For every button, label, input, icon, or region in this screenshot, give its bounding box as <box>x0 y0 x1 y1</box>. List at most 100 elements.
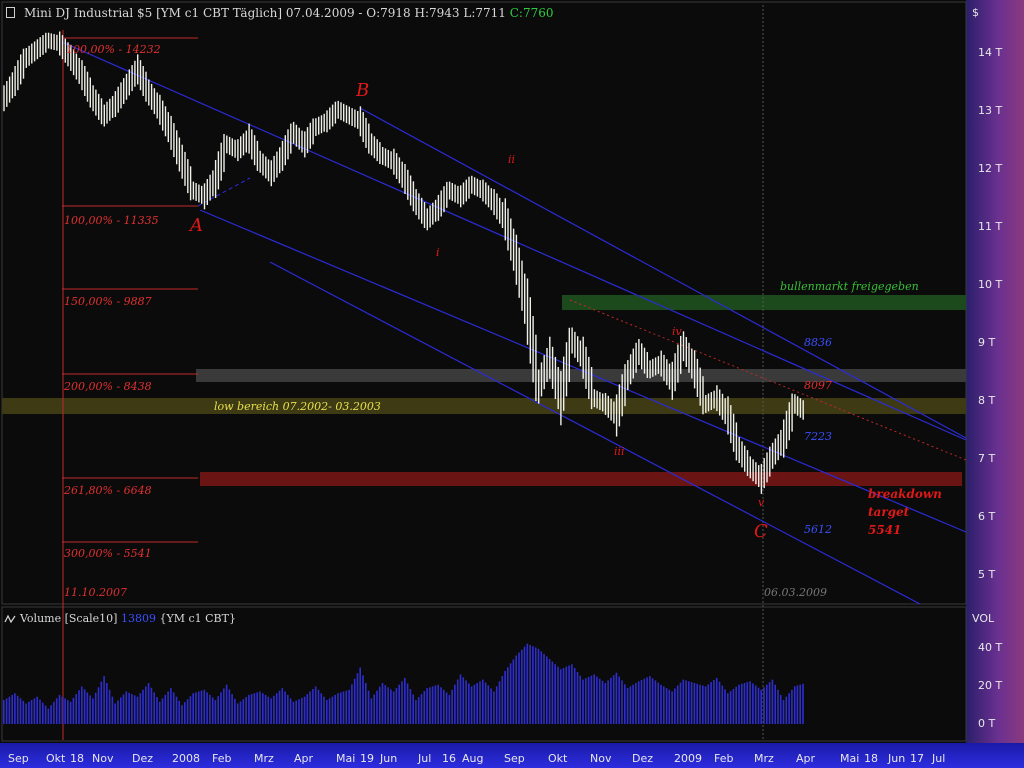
volume-bar <box>571 664 573 724</box>
volume-bar <box>676 685 679 724</box>
time-tick: Jun <box>887 752 905 765</box>
volume-bar <box>3 700 5 724</box>
volume-bar <box>802 683 804 724</box>
volume-bar <box>729 691 732 724</box>
volume-bar <box>172 692 175 724</box>
channel-lines <box>61 41 967 605</box>
fib-label-9887: 150,00% - 9887 <box>64 295 152 308</box>
fib-label-8438: 200,00% - 8438 <box>63 380 152 393</box>
volume-bars <box>3 643 804 724</box>
volume-bar <box>601 680 604 724</box>
volume-bar <box>749 681 751 724</box>
volume-bar <box>640 680 643 724</box>
time-tick: Sep <box>504 752 525 765</box>
volume-bar <box>665 688 668 724</box>
volume-bar <box>217 696 219 724</box>
volume-bar <box>598 678 601 724</box>
volume-bar <box>287 694 289 724</box>
volume-bar <box>228 689 231 724</box>
volume-bar <box>337 693 339 724</box>
volume-bar <box>225 684 228 724</box>
volume-bar <box>431 686 434 724</box>
volume-bar <box>785 696 788 724</box>
volume-bar <box>543 653 545 724</box>
price-tick: 10 T <box>978 278 1002 291</box>
price-tick: 12 T <box>978 162 1002 175</box>
time-tick: 16 <box>442 752 456 765</box>
volume-bar <box>534 647 537 724</box>
volume-bar <box>437 684 439 724</box>
time-tick: Apr <box>294 752 314 765</box>
volume-bar <box>468 683 470 724</box>
volume-bar <box>674 688 676 724</box>
time-tick: Feb <box>714 752 733 765</box>
fib-lines <box>62 37 198 543</box>
volume-bar <box>521 649 523 724</box>
volume-bar <box>117 700 119 724</box>
time-tick: Jun <box>379 752 397 765</box>
time-tick: Nov <box>92 752 114 765</box>
volume-bar <box>69 701 72 724</box>
volume-bar <box>504 671 506 724</box>
volume-indicator-icon[interactable] <box>4 614 16 624</box>
volume-bar <box>404 677 406 724</box>
volume-bar <box>587 677 590 724</box>
volume-bar <box>470 686 473 724</box>
volume-bar <box>663 686 665 724</box>
volume-bar <box>320 693 323 724</box>
volume-bar <box>688 681 690 724</box>
volume-bar <box>704 686 707 724</box>
time-tick: Mai <box>840 752 859 765</box>
volume-bar <box>33 698 36 724</box>
volume-bar <box>108 689 111 724</box>
volume-bar <box>582 679 584 724</box>
volume-bar <box>529 645 531 724</box>
volume-bar <box>679 682 682 724</box>
volume-bar <box>362 675 364 724</box>
volume-bar <box>378 686 381 724</box>
volume-bar <box>724 689 726 724</box>
volume-bar <box>181 705 183 724</box>
volume-bar <box>323 696 325 724</box>
breakdown-label: breakdown <box>868 487 942 501</box>
volume-bar <box>273 695 275 724</box>
volume-bar <box>604 683 607 724</box>
volume-bar <box>345 690 348 724</box>
volume-bar <box>782 700 785 724</box>
volume-bar <box>44 705 47 724</box>
time-tick: 18 <box>70 752 84 765</box>
volume-bar <box>248 694 250 724</box>
volume-bar <box>791 689 793 724</box>
volume-bar <box>473 684 476 724</box>
wave-iii: iii <box>614 445 625 458</box>
time-tick: Aug <box>462 752 483 765</box>
volume-bar <box>766 684 768 724</box>
volume-bar <box>434 685 437 724</box>
volume-bar <box>11 694 13 724</box>
volume-bar <box>793 686 796 724</box>
volume-bar <box>392 691 395 724</box>
volume-bar <box>259 691 261 724</box>
volume-bar <box>331 696 334 724</box>
volume-bar <box>197 691 200 724</box>
volume-bar <box>476 683 478 724</box>
volume-bar <box>654 680 657 724</box>
wave-B: B <box>355 80 369 101</box>
volume-bar <box>774 684 776 724</box>
volume-bar <box>426 688 428 724</box>
window-icon[interactable] <box>6 7 15 18</box>
volume-bar <box>30 700 33 724</box>
volume-axis-title: VOL <box>972 612 995 625</box>
volume-bar <box>19 698 22 724</box>
volume-bar <box>342 691 345 724</box>
volume-bar <box>278 690 281 724</box>
wave-iv: iv <box>672 325 683 338</box>
time-tick: 2008 <box>172 752 200 765</box>
volume-bar <box>423 691 426 724</box>
volume-bar <box>67 700 69 724</box>
price-tick: 14 T <box>978 46 1002 59</box>
volume-bar <box>55 698 58 724</box>
volume-bar <box>42 702 44 724</box>
volume-bar <box>14 693 16 724</box>
price-bars <box>3 31 804 494</box>
